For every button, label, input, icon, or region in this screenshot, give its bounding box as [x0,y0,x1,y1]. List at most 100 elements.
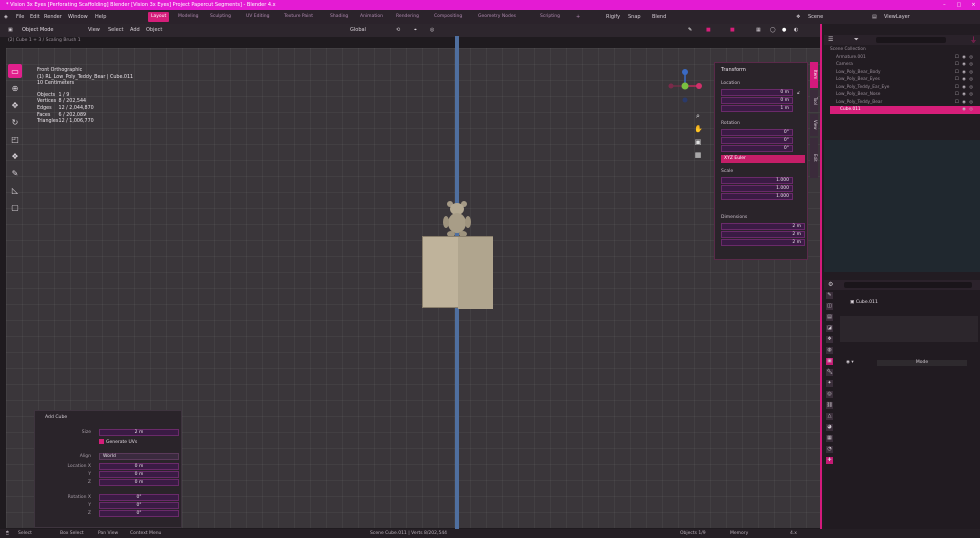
snap-button[interactable]: Snap [628,12,641,22]
texture-tab-icon[interactable]: ▦ [826,435,833,442]
menu-add[interactable]: Add [130,26,140,35]
add-cube-tool-icon[interactable]: ▢ [8,200,22,214]
xray-icon[interactable]: ▦ [756,26,761,35]
workspace-tab-geometry-nodes[interactable]: Geometry Nodes [478,12,516,22]
generate-uvs-checkbox[interactable]: Generate UVs [99,439,137,445]
data-tab-icon[interactable]: △ [826,413,833,420]
sidebar-tab-tool[interactable]: Tool [810,90,818,112]
menu-edit[interactable]: Edit [30,12,40,22]
scale-x-field[interactable]: 1.000 [721,177,793,184]
outliner-row[interactable]: Armature.001 ☐ ◉ ◎ [830,54,980,62]
op-location-x-field[interactable]: 0 m [99,463,179,470]
scale-z-field[interactable]: 1.000 [721,193,793,200]
properties-mode-field[interactable]: Mode [877,360,968,366]
workspace-tab-uv-editing[interactable]: UV Editing [246,12,269,22]
workspace-tab-compositing[interactable]: Compositing [434,12,462,22]
snap-icon[interactable]: ⌖ [414,26,417,35]
gizmo-toggle-icon[interactable]: ■ [706,26,711,35]
operator-title[interactable]: Add Cube [45,415,67,420]
cursor-tool-icon[interactable]: ⊕ [8,81,22,95]
world-tab-icon[interactable]: ◍ [826,347,833,354]
particles-tab-icon[interactable]: ✦ [826,380,833,387]
overlay-toggle-icon[interactable]: ■ [730,26,735,35]
shader-tab-icon[interactable]: ◔ [826,446,833,453]
select-box-tool-icon[interactable]: ▭ [8,64,22,78]
outliner-row[interactable]: Low_Poly_Bear_Nose ☐ ◉ ◎ [830,91,980,99]
transform-tool-icon[interactable]: ❖ [8,149,22,163]
menu-window[interactable]: Window [68,12,88,22]
rotation-mode-dropdown[interactable]: XYZ Euler [721,155,805,163]
location-z-field[interactable]: 1 m [721,105,793,112]
pan-hand-icon[interactable]: ✋ [694,125,703,133]
teddy-bear-model[interactable] [438,198,476,238]
outliner-search-input[interactable] [876,37,946,43]
workspace-tab-animation[interactable]: Animation [360,12,383,22]
size-field[interactable]: 2 m [99,429,179,436]
workspace-tab-layout[interactable]: Layout [148,12,170,22]
workspace-tab-modeling[interactable]: Modeling [178,12,198,22]
pivot-icon[interactable]: ⟲ [396,26,400,35]
blender-logo-icon[interactable]: ◈ [4,12,8,22]
properties-editor-icon[interactable]: ⚙ [828,281,833,288]
sidebar-tab-item[interactable]: Item [810,62,818,88]
menu-select[interactable]: Select [108,26,123,35]
physics-tab-icon[interactable]: ◎ [826,391,833,398]
shading-wireframe-icon[interactable]: ◯ [770,26,776,35]
view-layer-selector[interactable]: ViewLayer [884,12,910,22]
shading-solid-icon[interactable]: ● [782,26,786,35]
object-mode-dropdown[interactable]: Object Mode [22,26,54,35]
render-tab-icon[interactable]: ◫ [826,303,833,310]
sidebar-tab-view[interactable]: View [810,114,818,136]
outliner-row[interactable]: Low_Poly_Teddy_Ear_Eye ☐ ◉ ◎ [830,84,980,92]
navigation-gizmo[interactable] [665,66,705,106]
workspace-tab-scripting[interactable]: Scripting [540,12,560,22]
rotation-x-field[interactable]: 0° [721,129,793,136]
outliner-editor-icon[interactable]: ☰ [828,36,833,43]
rotation-z-field[interactable]: 0° [721,145,793,152]
modifier-tab-icon[interactable]: 🔧︎ [826,369,833,376]
outliner-filter-funnel-icon[interactable]: ⏚ [970,35,977,45]
scene-selector[interactable]: Scene [808,12,823,22]
camera-view-icon[interactable]: ▣ [694,138,702,146]
transform-orientation-dropdown[interactable]: Global [350,26,366,35]
outliner-row[interactable]: Camera ☐ ◉ ◎ [830,61,980,69]
rotation-y-field[interactable]: 0° [721,137,793,144]
output-tab-icon[interactable]: ▤ [826,314,833,321]
location-y-field[interactable]: 0 m [721,97,793,104]
op-rotation-z-field[interactable]: 0° [99,510,179,517]
measure-tool-icon[interactable]: ◺ [8,183,22,197]
op-rotation-y-field[interactable]: 0° [99,502,179,509]
selected-cube[interactable] [422,236,493,309]
location-x-field[interactable]: 0 m [721,89,793,96]
proportional-edit-icon[interactable]: ◎ [430,26,434,35]
menu-view[interactable]: View [88,26,100,35]
scale-y-field[interactable]: 1.000 [721,185,793,192]
workspace-tab-shading[interactable]: Shading [330,12,348,22]
dimension-x-field[interactable]: 2 m [721,223,805,230]
outliner-filter-icon[interactable]: ⏷ [854,36,859,44]
add-workspace-icon[interactable]: + [576,12,580,22]
op-rotation-x-field[interactable]: 0° [99,494,179,501]
outliner-row[interactable]: Low_Poly_Bear_Eyes ☐ ◉ ◎ [830,76,980,84]
outliner-row[interactable]: Low_Poly_Teddy_Bear ☐ ◉ ◎ [830,99,980,107]
align-dropdown[interactable]: World [99,453,179,460]
menu-object[interactable]: Object [146,26,162,35]
annotate-tool-icon[interactable]: ✎ [8,166,22,180]
outliner-row-selected[interactable]: Cube.011 ◉ ◎ [830,106,980,114]
menu-help[interactable]: Help [95,12,106,22]
scene-icon[interactable]: ❖ [796,12,800,22]
extra-tab-icon[interactable]: ✚ [826,457,833,464]
outliner-row[interactable]: Low_Poly_Bear_Body ☐ ◉ ◎ [830,69,980,77]
menu-render[interactable]: Render [44,12,62,22]
constraints-tab-icon[interactable]: ⛓︎ [826,402,833,409]
properties-search-input[interactable] [844,282,972,288]
object-tab-icon[interactable]: ▣ [826,358,833,365]
blend-button[interactable]: Blend [652,12,666,22]
workspace-tab-sculpting[interactable]: Sculpting [210,12,231,22]
shading-material-icon[interactable]: ◐ [794,26,798,35]
tool-tab-icon[interactable]: ✎ [826,292,833,299]
editor-type-icon[interactable]: ▣ [8,26,13,35]
material-tab-icon[interactable]: ◕ [826,424,833,431]
workspace-tab-texture-paint[interactable]: Texture Paint [284,12,313,22]
visibility-icon[interactable]: ✎ [688,26,692,35]
